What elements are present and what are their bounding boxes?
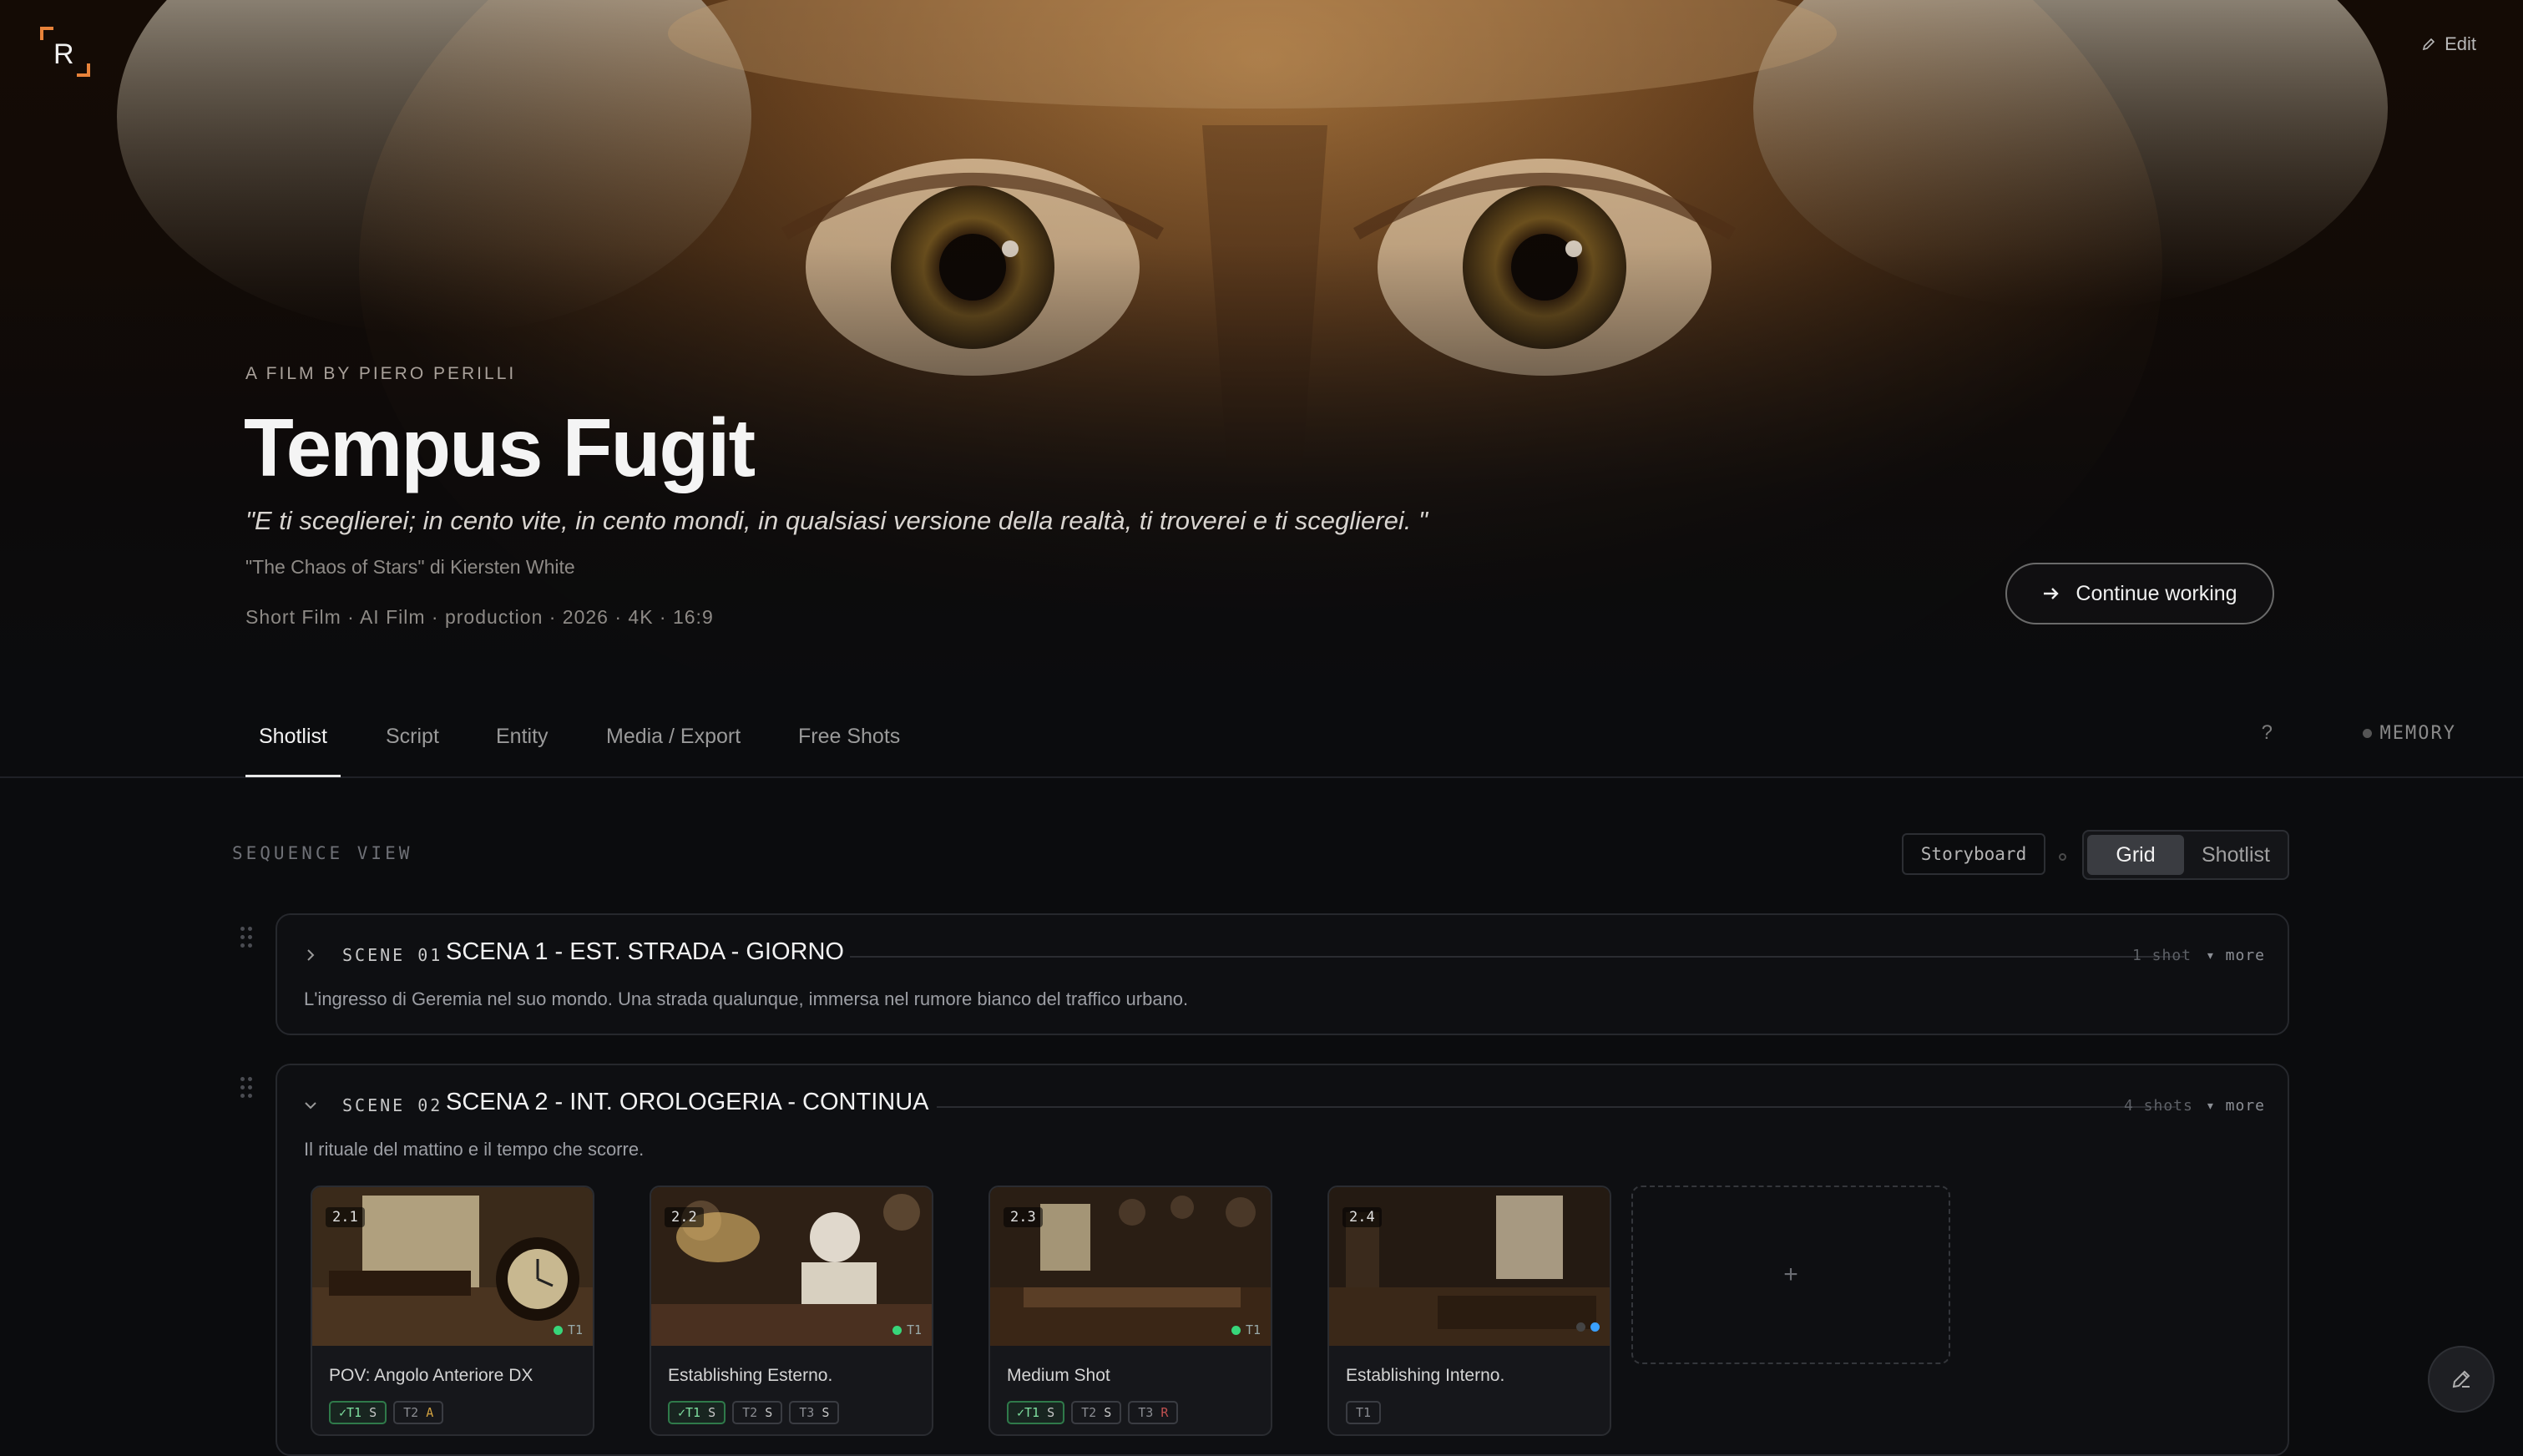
film-quote: "E ti sceglierei; in cento vite, in cent… — [245, 506, 1428, 535]
scene-label: SCENE 02 — [342, 1095, 443, 1115]
shot-status: T1 — [1231, 1322, 1261, 1337]
take-tags: ✓T1 S T2 S T3 R — [1007, 1401, 1179, 1424]
film-meta: Short Film · AI Film · production · 2026… — [245, 606, 714, 628]
tab-script[interactable]: Script — [372, 721, 453, 775]
status-dot — [892, 1325, 902, 1335]
shot-card[interactable]: 2.3 T1 Medium Shot ✓T1 S T2 S T3 R — [988, 1186, 1272, 1436]
take-tag[interactable]: ✓T1 S — [1007, 1401, 1065, 1424]
tab-entity[interactable]: Entity — [483, 721, 562, 775]
tab-bar: Shotlist Script Entity Media / Export Fr… — [0, 701, 2523, 778]
shot-status: T1 — [892, 1322, 922, 1337]
shot-name: Establishing Interno. — [1346, 1366, 1505, 1385]
tab-shotlist[interactable]: Shotlist — [245, 721, 341, 777]
take-tag[interactable]: ✓T1 S — [329, 1401, 387, 1424]
scene-shot-count: 4 shots — [2124, 1097, 2193, 1115]
shot-name: POV: Angolo Anteriore DX — [329, 1366, 533, 1385]
memory-button[interactable]: MEMORY — [2362, 723, 2456, 744]
hero-banner: R Edit A FILM BY PIERO PERILLI Tempus Fu… — [0, 0, 2523, 701]
take-tag[interactable]: T1 — [1346, 1401, 1382, 1424]
tab-media-export[interactable]: Media / Export — [593, 721, 754, 775]
scene-more-button[interactable]: ▾ more — [2206, 1097, 2265, 1115]
shot-card[interactable]: 2.1 T1 POV: Angolo Anteriore DX ✓T1 S T2… — [311, 1186, 594, 1436]
scene-shot-count: 1 shot — [2132, 947, 2192, 964]
scene-description: L'ingresso di Geremia nel suo mondo. Una… — [304, 988, 1189, 1009]
page-title: Tempus Fugit — [244, 402, 756, 493]
take-tags: T1 — [1346, 1401, 1382, 1424]
film-byline: A FILM BY PIERO PERILLI — [245, 364, 517, 383]
shot-number-badge: 2.2 — [665, 1207, 704, 1227]
view-shotlist-option[interactable]: Shotlist — [2187, 835, 2284, 875]
status-dot — [1590, 1322, 1600, 1332]
shot-number-badge: 2.1 — [326, 1207, 365, 1227]
take-tags: ✓T1 S T2 A — [329, 1401, 444, 1424]
status-dot — [1576, 1322, 1585, 1332]
shot-name: Medium Shot — [1007, 1366, 1110, 1385]
take-tag[interactable]: T3 R — [1128, 1401, 1179, 1424]
drag-handle-icon[interactable] — [240, 927, 254, 948]
scene-heading: SCENA 1 - EST. STRADA - GIORNO — [446, 938, 844, 965]
take-tag[interactable]: T3 S — [789, 1401, 840, 1424]
scene-more-button[interactable]: ▾ more — [2206, 947, 2265, 964]
scene-divider — [850, 956, 2184, 958]
plus-icon: + — [1783, 1261, 1798, 1288]
scene-heading: SCENA 2 - INT. OROLOGERIA - CONTINUA — [446, 1089, 929, 1115]
storyboard-button[interactable]: Storyboard — [1902, 833, 2045, 875]
status-dot — [1231, 1325, 1241, 1335]
chevron-right-icon[interactable] — [302, 947, 319, 963]
edit-button[interactable]: Edit — [2421, 33, 2476, 55]
scene-label: SCENE 01 — [342, 945, 443, 965]
chevron-down-icon[interactable] — [302, 1097, 319, 1114]
take-tag[interactable]: ✓T1 S — [668, 1401, 726, 1424]
take-tag[interactable]: T2 A — [393, 1401, 444, 1424]
view-toggle: Grid Shotlist — [2082, 830, 2289, 880]
take-tag[interactable]: T2 S — [732, 1401, 783, 1424]
arrow-right-icon — [2044, 588, 2060, 599]
shot-number-badge: 2.3 — [1004, 1207, 1043, 1227]
scene-divider — [937, 1106, 2176, 1108]
pencil-icon — [2422, 38, 2435, 51]
edit-fab-button[interactable] — [2428, 1346, 2495, 1413]
edit-pencil-icon — [2452, 1370, 2470, 1388]
view-grid-option[interactable]: Grid — [2087, 835, 2184, 875]
quote-source: "The Chaos of Stars" di Kiersten White — [245, 556, 575, 578]
tab-free-shots[interactable]: Free Shots — [785, 721, 913, 775]
shot-card[interactable]: 2.4 Establishing Interno. T1 — [1327, 1186, 1611, 1436]
logo-icon[interactable]: R — [38, 25, 92, 78]
shot-status — [1576, 1322, 1600, 1332]
add-shot-button[interactable]: + — [1631, 1186, 1950, 1364]
continue-working-button[interactable]: Continue working — [2005, 563, 2274, 624]
take-tag[interactable]: T2 S — [1071, 1401, 1122, 1424]
svg-text:R: R — [53, 38, 74, 70]
scene-card-02[interactable]: SCENE 02 SCENA 2 - INT. OROLOGERIA - CON… — [276, 1064, 2289, 1456]
memory-status-dot — [2362, 729, 2372, 738]
shot-name: Establishing Esterno. — [668, 1366, 833, 1385]
memory-label: MEMORY — [2379, 723, 2456, 744]
shot-status: T1 — [553, 1322, 583, 1337]
status-dot — [553, 1325, 563, 1335]
continue-label: Continue working — [2076, 581, 2237, 605]
scene-description: Il rituale del mattino e il tempo che sc… — [304, 1139, 645, 1160]
edit-label: Edit — [2445, 33, 2476, 54]
scene-card-01[interactable]: SCENE 01 SCENA 1 - EST. STRADA - GIORNO … — [276, 913, 2289, 1035]
drag-handle-icon[interactable] — [240, 1077, 254, 1099]
shot-number-badge: 2.4 — [1342, 1207, 1382, 1227]
storyboard-info-icon — [2059, 853, 2066, 861]
take-tags: ✓T1 S T2 S T3 S — [668, 1401, 840, 1424]
shot-card[interactable]: 2.2 T1 Establishing Esterno. ✓T1 S T2 S … — [650, 1186, 933, 1436]
sequence-view-title: SEQUENCE VIEW — [232, 843, 413, 863]
help-button[interactable]: ? — [2262, 721, 2273, 745]
